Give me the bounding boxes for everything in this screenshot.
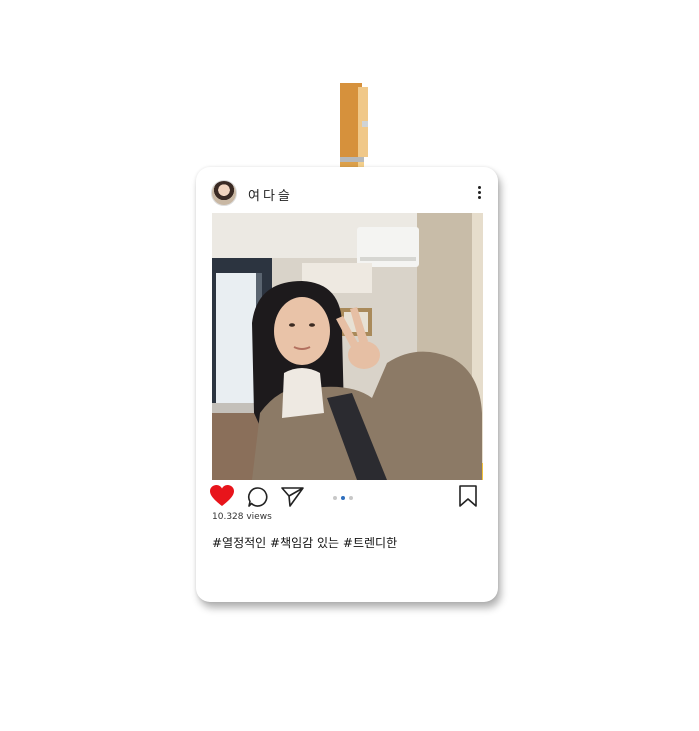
profile-avatar[interactable] bbox=[211, 180, 237, 206]
comment-icon[interactable] bbox=[247, 486, 269, 508]
carousel-indicator bbox=[333, 496, 353, 500]
post-caption: #열정적인 #책임감 있는 #트렌디한 bbox=[212, 536, 398, 550]
username[interactable]: 여다슬 bbox=[248, 185, 293, 204]
post-photo[interactable] bbox=[212, 213, 483, 480]
send-icon[interactable] bbox=[281, 486, 305, 508]
bookmark-icon[interactable] bbox=[458, 485, 478, 507]
post-card: 여다슬 10.328 views #열정적인 #책임감 있는 #트렌디한 bbox=[196, 167, 498, 602]
views-count: 10.328 views bbox=[212, 512, 272, 522]
more-vertical-icon[interactable] bbox=[473, 185, 485, 201]
carousel-dot bbox=[333, 496, 337, 500]
carousel-dot bbox=[349, 496, 353, 500]
heart-icon[interactable] bbox=[210, 485, 234, 507]
carousel-dot-active bbox=[341, 496, 345, 500]
